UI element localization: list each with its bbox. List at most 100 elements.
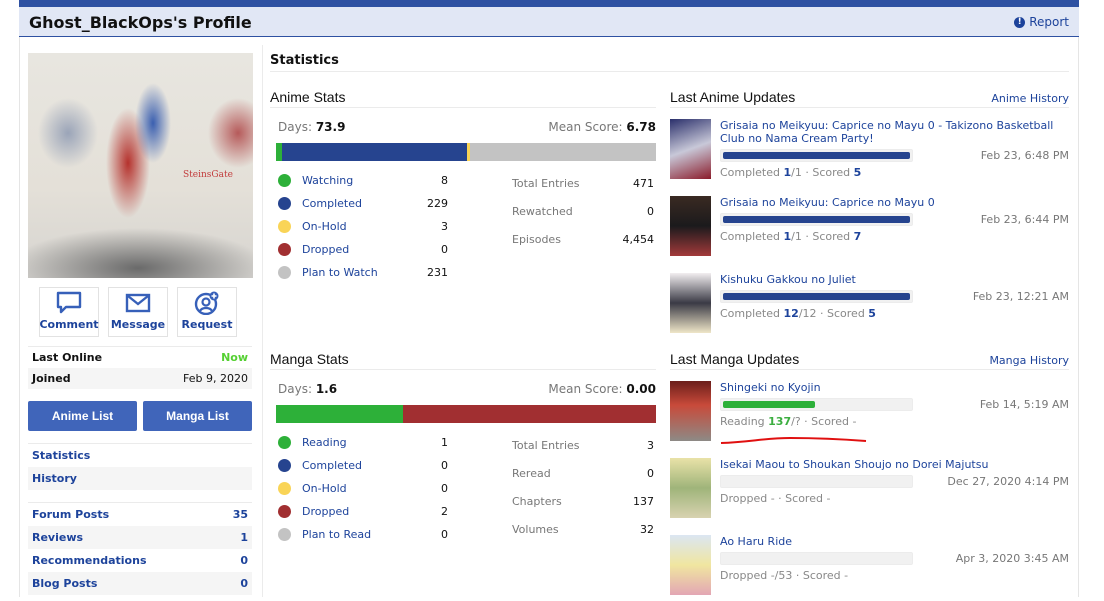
profile-actions: Comment Message Request — [39, 287, 252, 337]
update-item: Ao Haru Ride Apr 3, 2020 3:45 AM Dropped -… — [670, 535, 1069, 601]
update-date: Dec 27, 2020 4:14 PM — [947, 475, 1069, 488]
manga-updates-list: Shingeki no Kyojin Feb 14, 5:19 AM Reading… — [670, 381, 1069, 601]
legend-count: 3 — [441, 220, 448, 233]
update-title-link[interactable]: Shingeki no Kyojin — [720, 381, 1069, 394]
anime-mean-label: Mean Score: — [548, 120, 623, 134]
column-divider — [262, 45, 263, 597]
status-dot-icon — [278, 243, 291, 256]
update-progress-row: Feb 14, 5:19 AM — [720, 398, 1069, 411]
recommendations-link[interactable]: Recommendations 0 — [28, 549, 252, 572]
update-progress-bar — [720, 475, 913, 488]
update-progress-bar — [720, 398, 913, 411]
legend-count: 8 — [441, 174, 448, 187]
update-title-link[interactable]: Isekai Maou to Shoukan Shoujo no Dorei M… — [720, 458, 1069, 471]
update-status: Completed 12/12 · Scored 5 — [720, 307, 876, 320]
extra-stat-value: 3 — [647, 438, 654, 452]
legend-label[interactable]: Completed — [302, 197, 418, 210]
statistics-title: Statistics — [270, 53, 1069, 72]
update-progress-fill — [723, 293, 910, 300]
cover-thumbnail[interactable] — [670, 458, 711, 518]
extra-stat-row: Episodes 4,454 — [512, 225, 654, 253]
cover-thumbnail[interactable] — [670, 196, 711, 256]
update-title-link[interactable]: Ao Haru Ride — [720, 535, 1069, 548]
profile-header: Ghost_BlackOps's Profile ! Report — [19, 7, 1079, 37]
forum-posts-count: 35 — [232, 508, 248, 521]
last-online-value: Now — [221, 351, 248, 364]
extra-stat-label: Total Entries — [512, 176, 580, 190]
legend-label[interactable]: Completed — [302, 459, 418, 472]
anime-list-button[interactable]: Anime List — [28, 401, 137, 431]
report-link[interactable]: ! Report — [1014, 15, 1069, 29]
update-item: Grisaia no Meikyuu: Caprice no Mayu 0 - … — [670, 119, 1069, 185]
legend-count: 2 — [441, 505, 448, 518]
anime-extra-stats: Total Entries 471 Rewatched 0 Episodes 4,454 — [512, 169, 654, 284]
message-button[interactable]: Message — [108, 287, 168, 337]
update-title-link[interactable]: Grisaia no Meikyuu: Caprice no Mayu 0 - … — [720, 119, 1069, 145]
nav-statistics[interactable]: Statistics — [28, 444, 252, 467]
status-dot-icon — [278, 220, 291, 233]
manga-days: Days: 1.6 — [278, 382, 337, 396]
legend-label[interactable]: Watching — [302, 174, 418, 187]
legend-label[interactable]: Dropped — [302, 243, 418, 256]
manga-list-button[interactable]: Manga List — [143, 401, 252, 431]
update-progress-count: 12 — [783, 307, 799, 320]
extra-stat-label: Volumes — [512, 522, 559, 536]
legend-label[interactable]: Plan to Read — [302, 528, 418, 541]
legend-count: 0 — [441, 528, 448, 541]
cover-thumbnail[interactable] — [670, 381, 711, 441]
legend-label[interactable]: Plan to Watch — [302, 266, 418, 279]
blog-posts-count: 0 — [240, 577, 248, 590]
update-title-link[interactable]: Grisaia no Meikyuu: Caprice no Mayu 0 — [720, 196, 1069, 209]
update-progress-row: Feb 23, 6:48 PM — [720, 149, 1069, 162]
manga-mean-label: Mean Score: — [548, 382, 623, 396]
joined-row: Joined Feb 9, 2020 — [28, 368, 252, 389]
exclamation-icon: ! — [1014, 16, 1026, 28]
profile-sidebar: SteinsGate Comment Message Request Last … — [28, 53, 253, 595]
extra-stat-value: 0 — [647, 466, 654, 480]
update-status: Dropped - · Scored - — [720, 492, 831, 505]
legend-label[interactable]: On-Hold — [302, 482, 418, 495]
manga-bar-segment-dropped — [402, 405, 656, 423]
legend-label[interactable]: Dropped — [302, 505, 418, 518]
legend-count: 1 — [441, 436, 448, 449]
forum-posts-link[interactable]: Forum Posts 35 — [28, 503, 252, 526]
update-body: Grisaia no Meikyuu: Caprice no Mayu 0 Feb… — [720, 196, 1069, 262]
update-score: 5 — [853, 166, 862, 179]
add-friend-icon — [194, 291, 219, 315]
legend-row: Plan to Read 0 — [278, 523, 458, 546]
legend-label[interactable]: Reading — [302, 436, 418, 449]
manga-history-link[interactable]: Manga History — [989, 354, 1069, 367]
legend-count: 229 — [427, 197, 448, 210]
speech-bubble-icon — [56, 291, 82, 314]
update-score: 5 — [868, 307, 876, 320]
anime-days-value: 73.9 — [315, 120, 346, 134]
anime-updates-list: Grisaia no Meikyuu: Caprice no Mayu 0 - … — [670, 119, 1069, 339]
legend-row: Completed 0 — [278, 454, 458, 477]
anime-history-link[interactable]: Anime History — [991, 92, 1069, 105]
comment-button[interactable]: Comment — [39, 287, 99, 337]
reviews-link[interactable]: Reviews 1 — [28, 526, 252, 549]
manga-days-label: Days: — [278, 382, 312, 396]
cover-thumbnail[interactable] — [670, 273, 711, 333]
extra-stat-label: Rewatched — [512, 204, 573, 218]
legend-label[interactable]: On-Hold — [302, 220, 418, 233]
cover-thumbnail[interactable] — [670, 535, 711, 595]
nav-history[interactable]: History — [28, 467, 252, 490]
friend-request-button[interactable]: Request — [177, 287, 237, 337]
manga-stats-panel: Manga Stats Days: 1.6 Mean Score: 0.00 R… — [270, 351, 656, 546]
cover-thumbnail[interactable] — [670, 119, 711, 179]
list-buttons: Anime List Manga List — [28, 401, 252, 431]
update-progress-bar — [720, 290, 913, 303]
update-body: Grisaia no Meikyuu: Caprice no Mayu 0 - … — [720, 119, 1069, 185]
update-date: Feb 23, 6:48 PM — [980, 149, 1069, 162]
anime-legend: Watching 8 Completed 229 On-Hold 3 Dropped 0 Pla… — [278, 169, 458, 284]
manga-mean-value: 0.00 — [626, 382, 656, 396]
blog-posts-link[interactable]: Blog Posts 0 — [28, 572, 252, 595]
update-progress-count: 1 — [783, 230, 792, 243]
update-title-link[interactable]: Kishuku Gakkou no Juliet — [720, 273, 1069, 286]
legend-row: Dropped 2 — [278, 500, 458, 523]
manga-summary: Days: 1.6 Mean Score: 0.00 — [278, 382, 656, 396]
update-date: Feb 23, 12:21 AM — [972, 290, 1069, 303]
anime-days: Days: 73.9 — [278, 120, 345, 134]
update-progress-row: Feb 23, 6:44 PM — [720, 213, 1069, 226]
